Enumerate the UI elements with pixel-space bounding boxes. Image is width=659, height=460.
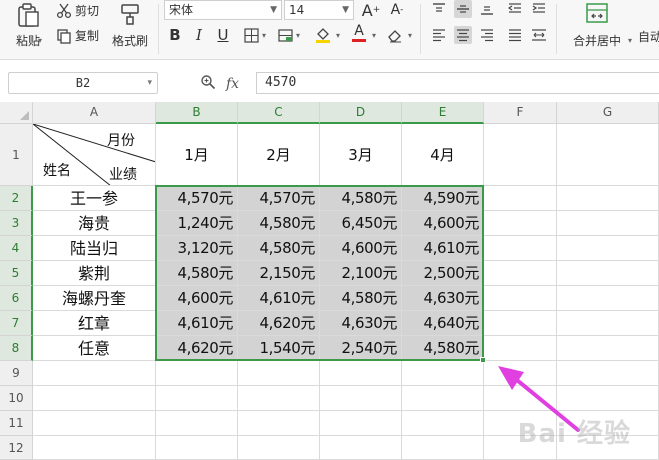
watermark-text: Bai 经验 [517,419,631,449]
annotation-arrow-layer [498,366,580,432]
